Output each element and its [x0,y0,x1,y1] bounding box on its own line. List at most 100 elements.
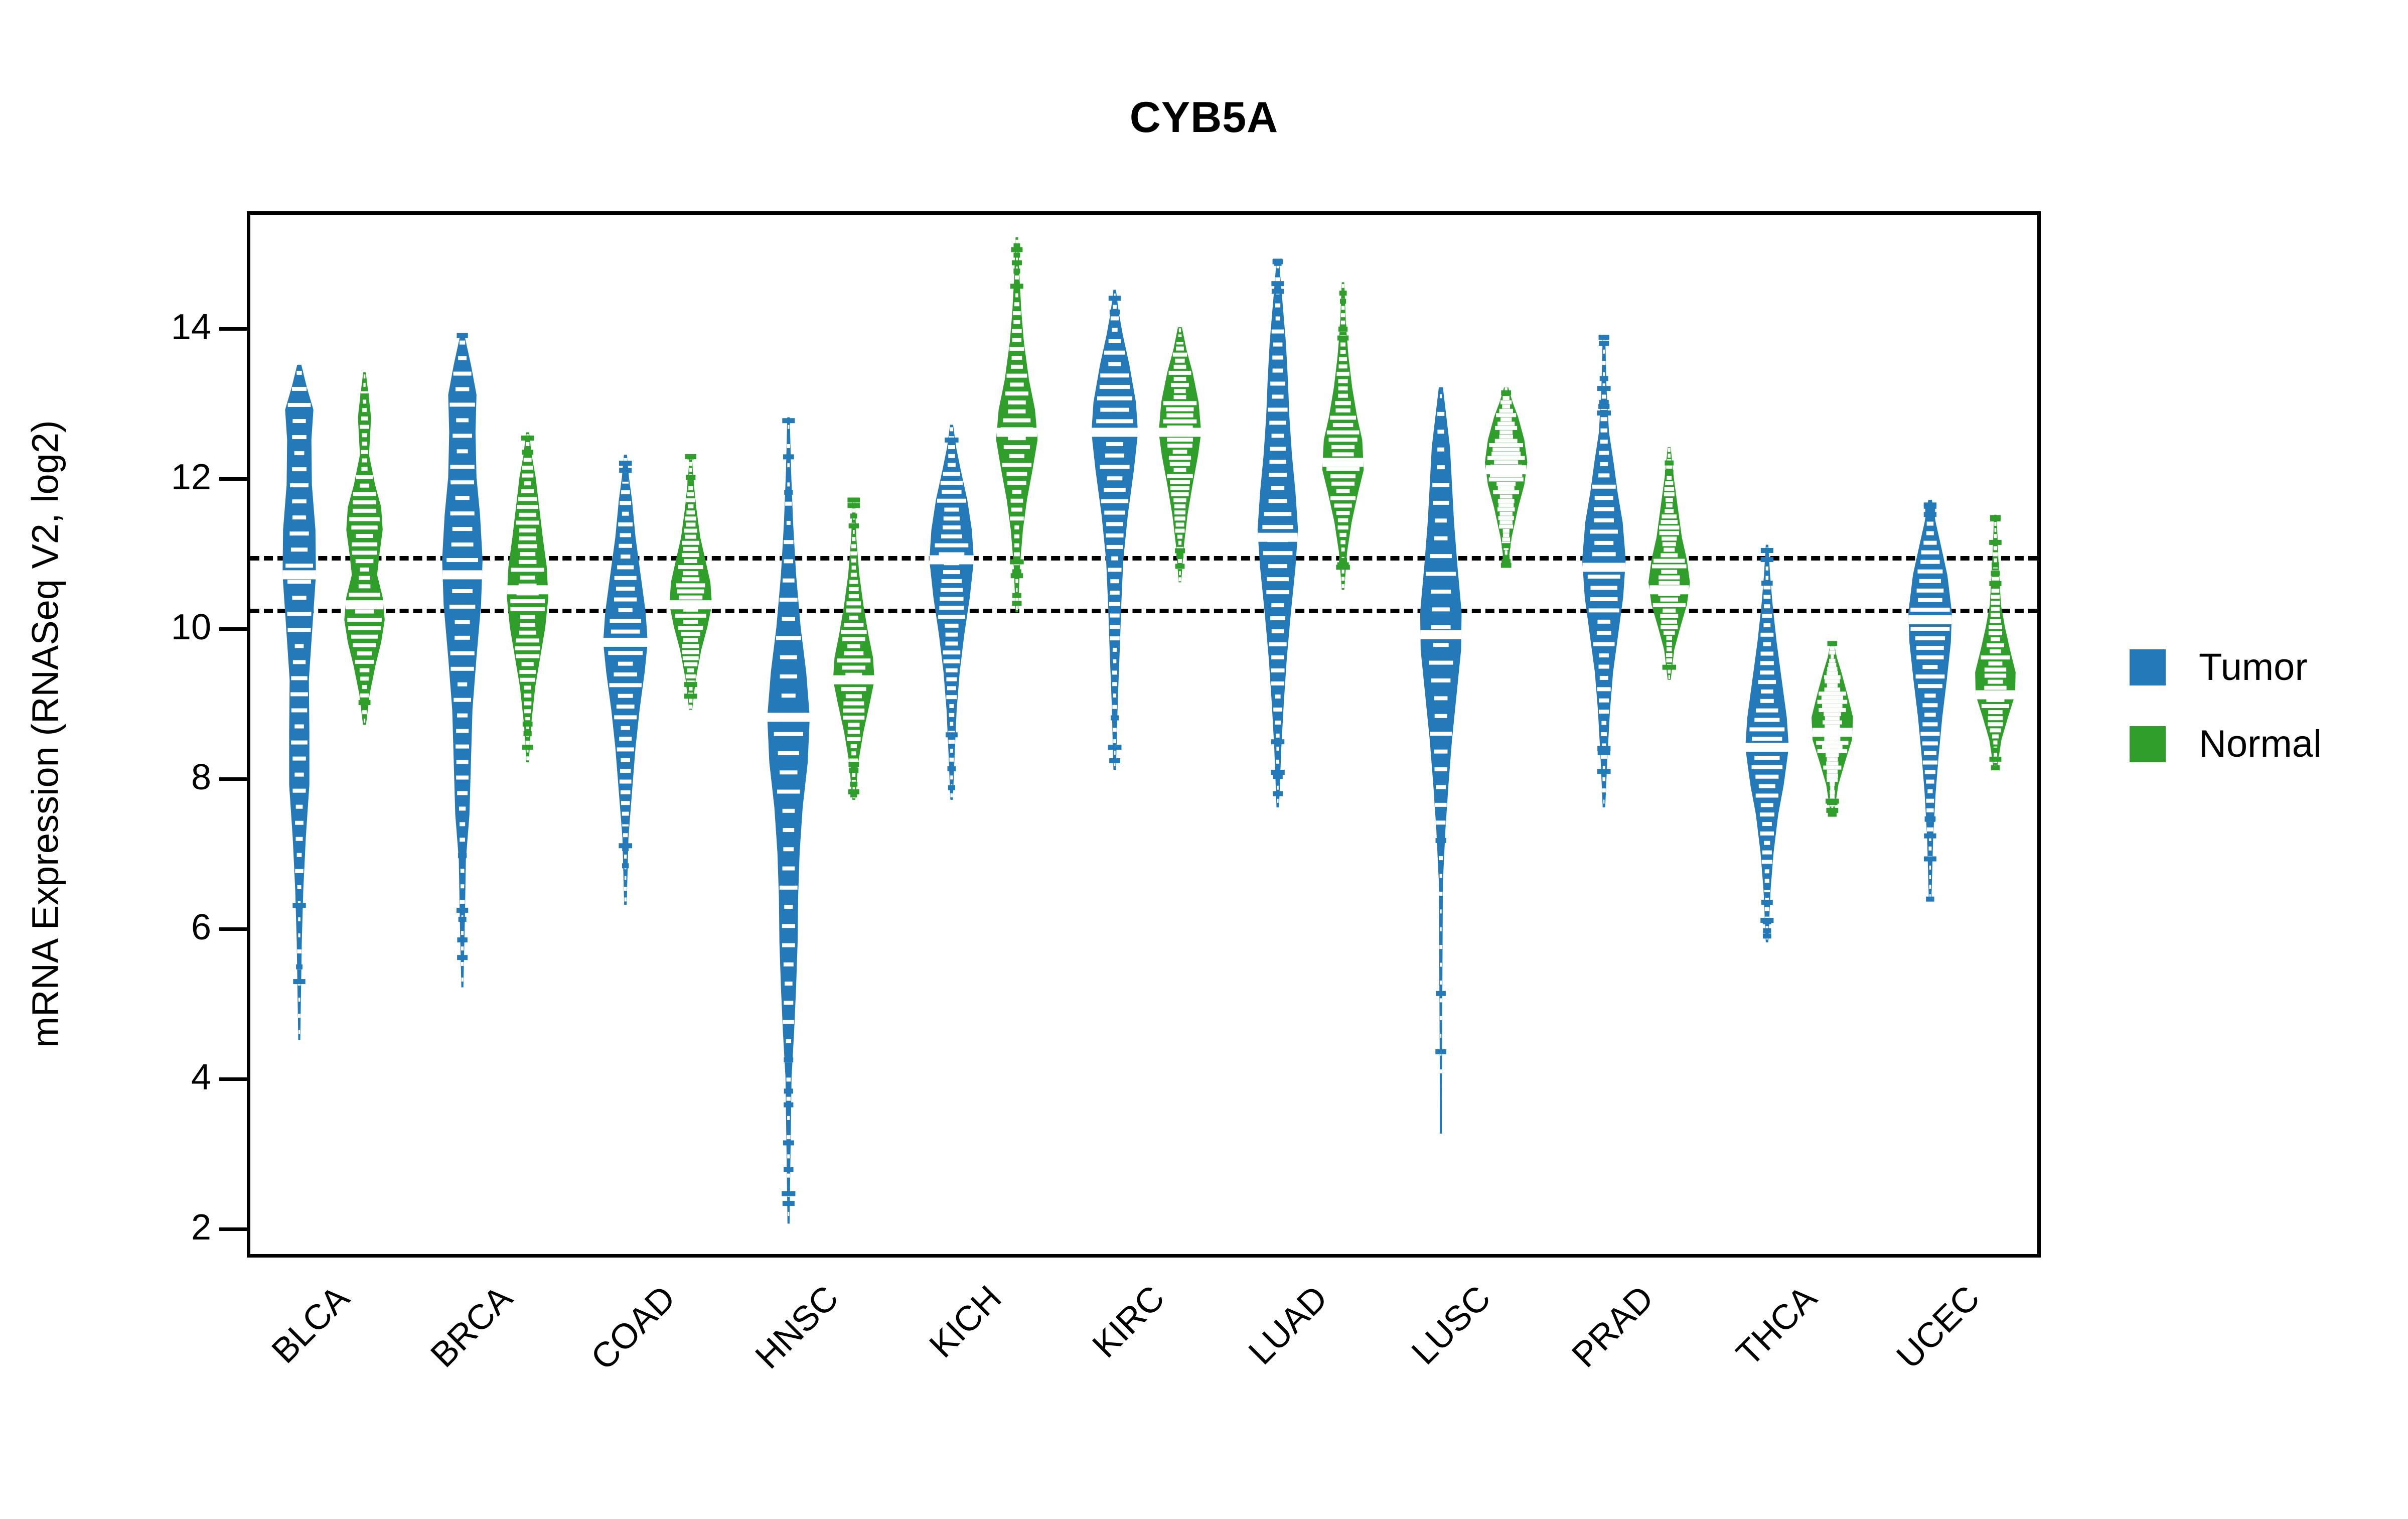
beeswarm-gap [1922,665,1938,669]
beeswarm-gap [450,465,475,469]
beeswarm-gap [1498,503,1514,507]
violin-body [1091,290,1138,770]
violin-body [669,455,712,710]
beeswarm-gap [520,615,535,619]
data-point [292,903,306,908]
beeswarm-gap [1275,694,1281,699]
data-point [1597,410,1611,416]
beeswarm-gap [624,865,627,870]
data-point [1598,403,1610,409]
beeswarm-gap [1272,368,1283,373]
data-point [784,1088,793,1094]
beeswarm-gap [1334,503,1352,508]
beeswarm-gap [1112,705,1117,709]
beeswarm-gap [852,522,855,527]
beeswarm-gap [290,547,308,552]
beeswarm-gap [783,540,794,544]
data-point [1010,284,1023,289]
beeswarm-gap [1439,394,1442,398]
beeswarm-gap [1819,692,1846,696]
beeswarm-gap [620,769,631,773]
beeswarm-gap [1665,498,1673,502]
data-point [1992,562,1999,568]
beeswarm-gap [290,483,309,488]
beeswarm-gap [1664,547,1675,552]
median-marker [1258,532,1298,542]
data-point [784,1102,794,1108]
beeswarm-gap [1112,670,1117,675]
beeswarm-gap [296,370,302,375]
beeswarm-gap [510,599,545,604]
beeswarm-gap [1012,329,1022,333]
beeswarm-gap [943,650,961,655]
beeswarm-gap [1494,439,1518,443]
beeswarm-gap [1171,383,1189,387]
beeswarm-gap [675,613,706,618]
beeswarm-gap [362,442,368,446]
median-marker [603,637,648,647]
beeswarm-gap [1754,756,1780,760]
data-point [1271,281,1284,287]
beeswarm-gap [1664,492,1675,497]
beeswarm-gap [852,537,856,541]
beeswarm-gap [450,511,475,516]
beeswarm-gap [287,580,312,584]
data-point [1924,833,1936,839]
beeswarm-gap [689,686,693,691]
beeswarm-gap [1922,722,1938,727]
violin-tumor-thca [1745,544,1789,942]
beeswarm-gap [1766,935,1768,940]
beeswarm-gap [1110,579,1119,584]
beeswarm-gap [689,468,692,472]
beeswarm-gap [1172,352,1187,357]
beeswarm-gap [1176,546,1183,551]
beeswarm-gap [1167,444,1192,448]
data-point [1925,508,1935,513]
beeswarm-gap [1275,277,1280,282]
violin-tumor-lusc [1420,387,1462,1134]
beeswarm-gap [1760,699,1774,703]
beeswarm-gap [787,444,790,448]
beeswarm-gap [782,943,795,947]
beeswarm-gap [679,595,703,600]
beeswarm-gap [846,601,861,606]
beeswarm-gap [1826,773,1838,778]
beeswarm-gap [686,498,695,503]
beeswarm-gap [1014,561,1020,566]
beeswarm-gap [935,543,969,547]
beeswarm-gap [1600,428,1608,433]
beeswarm-gap [1499,494,1513,499]
beeswarm-gap [1762,850,1772,855]
beeswarm-gap [1175,522,1184,527]
beeswarm-gap [1012,489,1022,494]
beeswarm-gap [1762,822,1772,826]
beeswarm-gap [1434,767,1447,772]
data-point [358,700,371,706]
beeswarm-gap [1830,794,1835,798]
beeswarm-gap [1503,546,1509,550]
beeswarm-gap [1015,257,1018,262]
beeswarm-gap [616,587,635,591]
beeswarm-gap [1817,700,1848,704]
beeswarm-gap [1332,452,1354,457]
beeswarm-gap [1765,916,1769,921]
beeswarm-gap [1988,631,2003,635]
beeswarm-gap [294,772,304,777]
beeswarm-gap [785,1058,792,1063]
beeswarm-gap [298,933,300,937]
beeswarm-gap [1928,502,1932,507]
beeswarm-gap [455,387,470,391]
data-point [293,979,306,985]
beeswarm-gap [608,651,643,655]
data-point [296,964,303,970]
beeswarm-gap [295,869,304,873]
beeswarm-gap [1114,750,1116,755]
y-axis-tick-label: 14 [171,307,211,348]
data-point [847,497,860,503]
data-point [850,765,857,770]
beeswarm-gap [1763,623,1771,627]
data-point [622,819,629,824]
beeswarm-gap [1332,423,1353,428]
beeswarm-gap [786,520,791,525]
beeswarm-gap [1910,626,1950,631]
